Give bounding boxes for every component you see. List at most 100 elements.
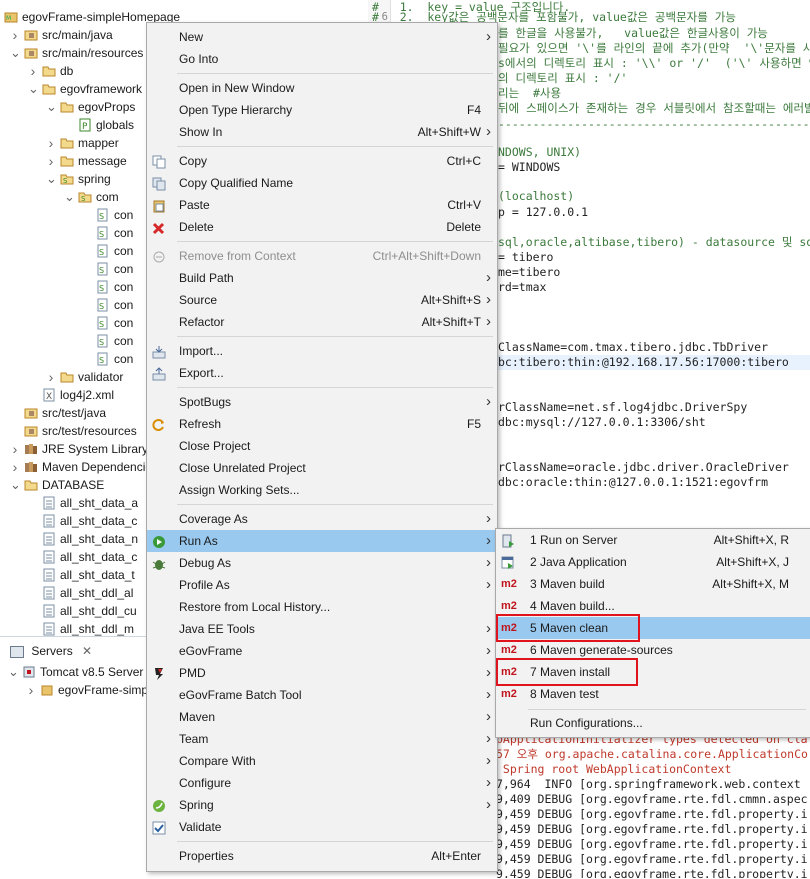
chevron-down-icon[interactable]: ⌄ [46, 98, 57, 116]
chevron-right-icon[interactable]: › [10, 26, 20, 44]
menu-item-refactor[interactable]: Refactor Alt+Shift+T › [147, 311, 497, 333]
chevron-right-icon[interactable]: › [46, 134, 56, 152]
package-folder-icon [24, 28, 38, 42]
tree-row-label: mapper [78, 136, 119, 150]
chevron-right-icon[interactable]: › [46, 368, 56, 386]
menu-item-open-type-hierarchy[interactable]: Open Type Hierarchy F4 [147, 99, 497, 121]
submenu-arrow-icon: › [486, 291, 491, 308]
chevron-down-icon[interactable]: ⌄ [10, 44, 21, 62]
tree-row-label: all_sht_data_c [60, 550, 138, 564]
servers-icon [10, 645, 24, 658]
spring-xml-icon: S [96, 208, 110, 222]
tree-row-label: spring [78, 172, 111, 186]
menu-item-egovframe-batch-tool[interactable]: eGovFrame Batch Tool › [147, 684, 497, 706]
run-as-item-3-maven-build[interactable]: m2 3 Maven build Alt+Shift+X, M [496, 573, 810, 595]
menu-separator [177, 146, 493, 147]
chevron-right-icon[interactable]: › [28, 62, 38, 80]
menu-item-run-as[interactable]: Run As › [147, 530, 497, 552]
code-line: (localhost) [498, 189, 575, 203]
tree-row-label: src/test/java [42, 406, 107, 420]
chevron-down-icon[interactable]: ⌄ [10, 476, 21, 494]
close-icon[interactable]: ✕ [82, 644, 92, 658]
menu-item-shortcut: Alt+Enter [431, 849, 481, 863]
folder-icon [60, 154, 74, 168]
menu-item-pmd[interactable]: PMD › [147, 662, 497, 684]
project-icon: M [4, 10, 18, 24]
submenu-arrow-icon: › [486, 576, 491, 593]
menu-item-close-unrelated-project[interactable]: Close Unrelated Project [147, 457, 497, 479]
menu-item-maven[interactable]: Maven › [147, 706, 497, 728]
chevron-down-icon[interactable]: ⌄ [64, 188, 75, 206]
menu-item-export[interactable]: Export... [147, 362, 497, 384]
menu-item-coverage-as[interactable]: Coverage As › [147, 508, 497, 530]
servers-tab[interactable]: Servers ✕ [4, 641, 98, 661]
run-as-submenu: 1 Run on Server Alt+Shift+X, R 2 Java Appl… [495, 528, 810, 738]
menu-separator [177, 241, 493, 242]
chevron-down-icon[interactable]: ⌄ [46, 170, 57, 188]
run-as-item-run-configurations[interactable]: Run Configurations... [496, 712, 810, 734]
menu-item-label: New [179, 30, 204, 44]
menu-item-restore-from-local-history[interactable]: Restore from Local History... [147, 596, 497, 618]
spring-xml-icon: S [96, 262, 110, 276]
menu-item-profile-as[interactable]: Profile As › [147, 574, 497, 596]
svg-text:X: X [46, 392, 52, 402]
menu-item-team[interactable]: Team › [147, 728, 497, 750]
menu-item-configure[interactable]: Configure › [147, 772, 497, 794]
menu-item-show-in[interactable]: Show In Alt+Shift+W › [147, 121, 497, 143]
menu-item-java-ee-tools[interactable]: Java EE Tools › [147, 618, 497, 640]
menu-item-shortcut: Alt+Shift+W [417, 125, 481, 139]
submenu-arrow-icon: › [486, 28, 491, 45]
menu-item-properties[interactable]: Properties Alt+Enter [147, 845, 497, 867]
chevron-right-icon[interactable]: › [10, 458, 20, 476]
code-line: NDOWS, UNIX) [498, 145, 582, 159]
svg-text:S: S [99, 284, 104, 293]
menu-item-assign-working-sets[interactable]: Assign Working Sets... [147, 479, 497, 501]
menu-item-spring[interactable]: Spring › [147, 794, 497, 816]
menu-item-label: SpotBugs [179, 395, 232, 409]
menu-item-label: eGovFrame Batch Tool [179, 688, 302, 702]
chevron-right-icon[interactable]: › [26, 681, 36, 699]
menu-item-go-into[interactable]: Go Into [147, 48, 497, 70]
menu-item-refresh[interactable]: Refresh F5 [147, 413, 497, 435]
svg-text:M: M [6, 15, 11, 22]
tree-row-label: con [114, 334, 134, 348]
menu-item-source[interactable]: Source Alt+Shift+S › [147, 289, 497, 311]
tree-row-label: all_sht_ddl_al [60, 586, 134, 600]
chevron-right-icon[interactable]: › [46, 152, 56, 170]
menu-item-label: Properties [179, 849, 234, 863]
run-as-item-2-java-application[interactable]: 2 Java Application Alt+Shift+X, J [496, 551, 810, 573]
server-row-label: Tomcat v8.5 Server [40, 665, 144, 679]
svg-text:S: S [99, 248, 104, 257]
sql-file-icon [42, 568, 56, 582]
menu-item-close-project[interactable]: Close Project [147, 435, 497, 457]
run-as-item-1-run-on-server[interactable]: 1 Run on Server Alt+Shift+X, R [496, 529, 810, 551]
menu-item-delete[interactable]: Delete Delete [147, 216, 497, 238]
chevron-right-icon[interactable]: › [10, 440, 20, 458]
menu-item-copy-qualified-name[interactable]: Copy Qualified Name [147, 172, 497, 194]
menu-item-validate[interactable]: Validate [147, 816, 497, 838]
copy-icon [152, 154, 166, 169]
folder-icon [60, 100, 74, 114]
menu-item-spotbugs[interactable]: SpotBugs › [147, 391, 497, 413]
run-icon [152, 534, 166, 548]
menu-item-copy[interactable]: Copy Ctrl+C [147, 150, 497, 172]
debug-icon [152, 556, 166, 570]
menu-item-label: Open Type Hierarchy [179, 103, 293, 117]
menu-item-label: Java EE Tools [179, 622, 255, 636]
menu-item-build-path[interactable]: Build Path › [147, 267, 497, 289]
menu-item-new[interactable]: New › [147, 26, 497, 48]
spring-xml-icon: S [96, 244, 110, 258]
menu-item-debug-as[interactable]: Debug As › [147, 552, 497, 574]
chevron-down-icon[interactable]: ⌄ [8, 663, 19, 681]
chevron-down-icon[interactable]: ⌄ [28, 80, 39, 98]
menu-item-egovframe[interactable]: eGovFrame › [147, 640, 497, 662]
menu-item-import[interactable]: Import... [147, 340, 497, 362]
menu-separator [177, 841, 493, 842]
run-as-item-8-maven-test[interactable]: m2 8 Maven test [496, 683, 810, 705]
menu-item-compare-with[interactable]: Compare With › [147, 750, 497, 772]
menu-item-label: Source [179, 293, 218, 307]
sql-file-icon [42, 622, 56, 636]
maven-m2-icon: m2 [501, 578, 517, 590]
menu-item-open-in-new-window[interactable]: Open in New Window [147, 77, 497, 99]
menu-item-paste[interactable]: Paste Ctrl+V [147, 194, 497, 216]
